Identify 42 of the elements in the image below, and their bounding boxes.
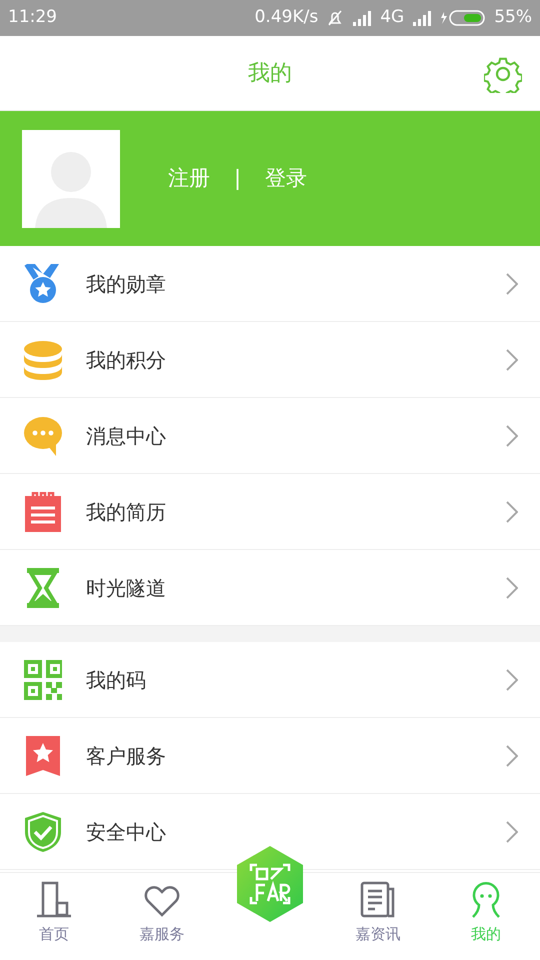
shield-icon <box>24 812 62 852</box>
settings-icon[interactable] <box>484 55 522 93</box>
network-type: 4G <box>380 6 404 30</box>
chevron-right-icon <box>506 668 518 690</box>
notepad-icon <box>24 492 62 532</box>
network-speed: 0.49K/s <box>254 6 318 30</box>
qr-code-icon <box>24 660 62 700</box>
menu-label: 我的勋章 <box>86 270 166 298</box>
menu-label: 消息中心 <box>86 422 166 450</box>
battery-percent: 55% <box>494 6 532 30</box>
chevron-right-icon <box>506 348 518 370</box>
medal-icon <box>24 264 62 304</box>
separator: | <box>234 164 242 192</box>
ar-scan-button[interactable] <box>235 845 305 923</box>
menu-label: 我的码 <box>86 666 146 694</box>
bell-muted-icon <box>326 9 344 27</box>
chevron-right-icon <box>506 424 518 446</box>
coins-icon <box>24 340 62 380</box>
status-time: 11:29 <box>8 6 57 30</box>
building-icon <box>35 881 73 919</box>
nav-tab[interactable]: 首页 <box>0 873 108 960</box>
chat-bubble-icon <box>24 416 62 456</box>
battery-icon <box>440 9 486 27</box>
chevron-right-icon <box>506 576 518 598</box>
chevron-right-icon <box>506 272 518 294</box>
menu-label: 我的积分 <box>86 346 166 374</box>
menu-label: 客户服务 <box>86 742 166 770</box>
menu-label: 安全中心 <box>86 818 166 846</box>
chevron-right-icon <box>506 744 518 766</box>
signal-icon <box>412 10 432 26</box>
chevron-right-icon <box>506 820 518 842</box>
avatar-placeholder[interactable] <box>22 130 120 228</box>
hourglass-icon <box>24 568 62 608</box>
signal-icon <box>352 10 372 26</box>
chevron-right-icon <box>506 500 518 522</box>
page-title: 我的 <box>248 60 292 88</box>
newspaper-icon <box>359 881 397 919</box>
star-bookmark-icon <box>24 736 62 776</box>
nav-tab[interactable]: 嘉资讯 <box>324 873 432 960</box>
nav-tab[interactable]: 嘉服务 <box>108 873 216 960</box>
menu-label: 时光隧道 <box>86 574 166 602</box>
menu-label: 我的简历 <box>86 498 166 526</box>
